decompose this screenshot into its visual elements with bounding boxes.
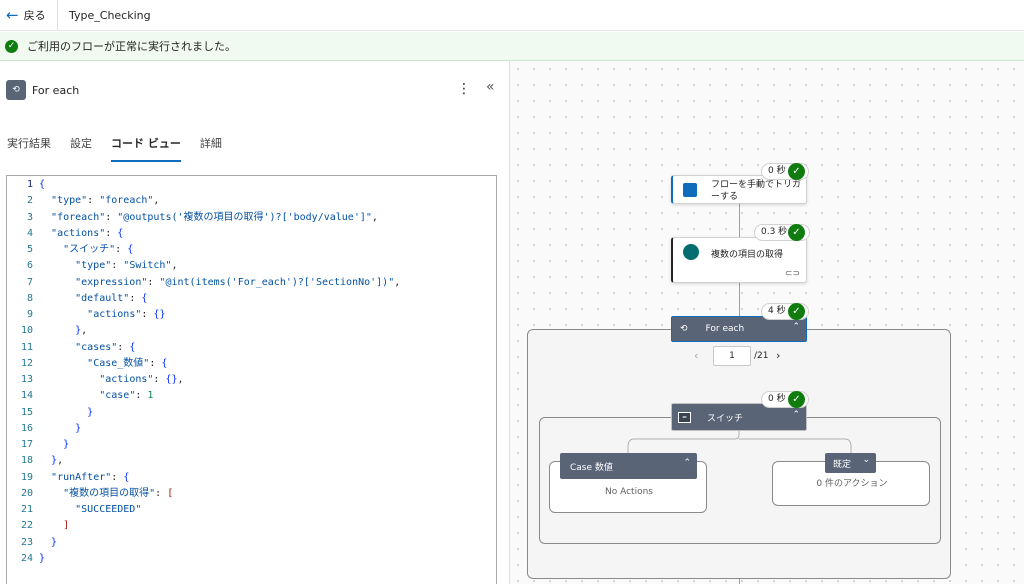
panel-tabs: 実行結果 設定 コード ビュー 詳細 xyxy=(7,135,241,162)
code-line: 1{ xyxy=(26,179,46,190)
code-line: 24} xyxy=(20,552,46,564)
default-card[interactable]: 既定 ⌄ xyxy=(825,453,876,473)
code-line: 3 "foreach": "@outputs('複数の項目の取得')?['bod… xyxy=(26,211,378,223)
back-arrow-icon: ← xyxy=(6,5,19,24)
code-line: 8 "default": { xyxy=(26,292,148,304)
code-line: 5 "スイッチ": { xyxy=(26,244,134,255)
code-line: 7 "expression": "@int(items('For_each')?… xyxy=(26,276,401,288)
tab-run-results[interactable]: 実行結果 xyxy=(7,135,51,162)
success-message: ご利用のフローが正常に実行されました。 xyxy=(27,40,236,53)
code-line: 14 "case": 1 xyxy=(20,390,154,402)
case-card[interactable]: Case 数値 ⌃ xyxy=(560,453,697,479)
chevron-down-icon[interactable]: ⌄ xyxy=(862,455,870,465)
code-line: 16 } xyxy=(20,422,82,434)
code-line: 6 "type": "Switch", xyxy=(26,260,178,272)
details-panel: ⟲ For each ⋮ « 実行結果 設定 コード ビュー 詳細 1{ 2 "t… xyxy=(0,61,509,584)
code-line: 17 } xyxy=(20,439,70,450)
code-line: 18 }, xyxy=(20,455,64,467)
flow-name: Type_Checking xyxy=(69,8,151,22)
success-banner: ✓ ご利用のフローが正常に実行されました。 xyxy=(0,32,1024,61)
collapse-panel-icon[interactable]: « xyxy=(486,79,495,95)
back-button[interactable]: ← 戻る xyxy=(0,0,58,30)
success-check-icon: ✓ xyxy=(5,39,18,53)
code-line: 19 "runAfter": { xyxy=(20,471,130,483)
code-line: 12 "Case_数値": { xyxy=(20,357,168,369)
code-line: 10 }, xyxy=(20,325,88,337)
code-line: 2 "type": "foreach", xyxy=(26,195,160,207)
code-line: 22 ] xyxy=(20,520,70,532)
back-label: 戻る xyxy=(23,9,46,22)
code-line: 15 } xyxy=(20,406,94,418)
code-line: 11 "cases": { xyxy=(20,341,136,353)
panel-header: ⟲ For each xyxy=(6,80,79,100)
tab-details[interactable]: 詳細 xyxy=(200,135,222,162)
loop-icon: ⟲ xyxy=(6,80,26,100)
tab-code-view[interactable]: コード ビュー xyxy=(111,135,181,162)
chevron-up-icon[interactable]: ⌃ xyxy=(683,458,691,468)
default-empty-text: 0 件のアクション xyxy=(816,479,888,489)
code-line: 9 "actions": {} xyxy=(26,309,166,320)
panel-title: For each xyxy=(32,83,80,97)
connector-line xyxy=(739,579,740,584)
flow-canvas[interactable]: フローを手動でトリガーする 0 秒 ✓ 複数の項目の取得 ⊂⊃ 0.3 秒 ✓ … xyxy=(510,61,1024,584)
more-options-icon[interactable]: ⋮ xyxy=(457,81,471,97)
default-label: 既定 xyxy=(833,459,852,470)
top-bar: ← 戻る Type_Checking xyxy=(0,0,1024,31)
code-line: 23 } xyxy=(20,536,58,548)
code-line: 20 "複数の項目の取得": [ xyxy=(20,487,174,499)
code-line: 13 "actions": {}, xyxy=(20,374,184,385)
tab-settings[interactable]: 設定 xyxy=(70,135,92,162)
case-label: Case 数値 xyxy=(570,462,613,473)
code-view-editor[interactable]: 1{ 2 "type": "foreach", 3 "foreach": "@out… xyxy=(6,175,497,584)
case-empty-text: No Actions xyxy=(605,487,653,497)
code-line: 4 "actions": { xyxy=(26,227,124,239)
code-line: 21 "SUCCEEDED" xyxy=(20,504,142,515)
